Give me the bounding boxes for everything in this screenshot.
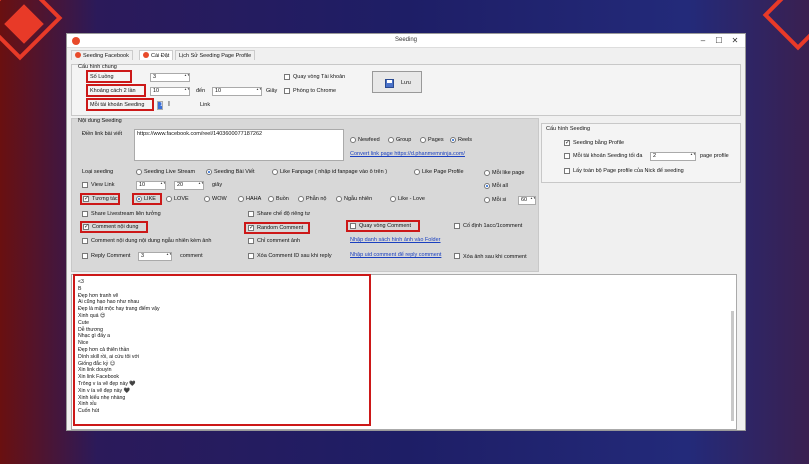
reply-count-input[interactable]: 3 [138, 252, 172, 261]
tab-seeding-facebook[interactable]: Seeding Facebook [71, 50, 133, 60]
take-all-pages-checkbox[interactable] [564, 168, 570, 174]
tab-history[interactable]: Lịch Sử Seeding Page Profile [175, 50, 256, 60]
share-private-checkbox[interactable] [248, 211, 254, 217]
title-bar: Seeding – ☐ ✕ [67, 34, 745, 48]
interval-from-input[interactable]: 10 [150, 87, 190, 96]
save-icon [385, 79, 394, 88]
per-account-max-checkbox[interactable] [564, 153, 570, 159]
gear-icon [143, 52, 149, 58]
each-si-input[interactable]: 60 [518, 196, 536, 205]
seeding-content-group: Nội dung Seeding Điền link bài viết http… [71, 118, 539, 272]
share-live-checkbox[interactable] [82, 211, 88, 217]
close-icon[interactable]: ✕ [729, 36, 741, 46]
text-cursor-icon: I [168, 101, 170, 108]
image-only-checkbox[interactable] [248, 238, 254, 244]
radio-reels[interactable] [450, 137, 456, 143]
interaction-checkbox[interactable] [83, 195, 89, 202]
post-link-label: Điền link bài viết [82, 131, 123, 137]
random-image-comment-checkbox[interactable] [82, 238, 88, 244]
tab-settings[interactable]: Cài Đặt [139, 50, 174, 60]
max-page-input[interactable]: 2 [650, 152, 696, 161]
rotate-comment-checkbox[interactable] [350, 223, 356, 229]
interval-to-input[interactable]: 10 [212, 87, 262, 96]
view-link-label: View Link [91, 182, 115, 188]
to-label: đến [196, 88, 206, 94]
highlight-box [73, 274, 371, 426]
tab-bar: Seeding Facebook Cài Đặt Lịch Sử Seeding… [67, 49, 745, 60]
seconds-label: Giây [266, 88, 278, 94]
app-window: Seeding – ☐ ✕ Seeding Facebook Cài Đặt L… [66, 33, 746, 431]
maximize-chrome-label: Phòng to Chrome [293, 88, 337, 94]
radio-like-fanpage[interactable] [272, 169, 278, 175]
facebook-icon [75, 52, 81, 58]
uid-comment-link[interactable]: Nhập uid comment để reply comment [350, 252, 441, 258]
interaction-label: Tương tác [92, 196, 118, 202]
convert-link[interactable]: Convert link page https://d.phanmemninja… [350, 151, 465, 157]
radio-each-all[interactable] [484, 183, 490, 189]
window-title: Seeding [394, 37, 418, 43]
post-link-input[interactable]: https://www.facebook.com/reel/1403600077… [134, 129, 344, 161]
comment-content-checkbox[interactable] [83, 223, 89, 230]
group-title: Nội dung Seeding [78, 118, 122, 124]
highlight-box [86, 84, 146, 97]
maximize-icon[interactable]: ☐ [713, 36, 725, 46]
save-button[interactable]: Lưu [372, 71, 422, 93]
scrollbar[interactable] [731, 311, 734, 421]
delete-image-checkbox[interactable] [454, 253, 460, 259]
radio-like-love[interactable] [390, 196, 396, 202]
minimize-icon[interactable]: – [697, 36, 709, 46]
radio-angry[interactable] [298, 196, 304, 202]
link-label: Link [200, 102, 211, 108]
seeding-profile-checkbox[interactable] [564, 139, 570, 146]
threads-input[interactable]: 3 [150, 73, 190, 82]
highlight-box [86, 98, 154, 111]
radio-each-like-page[interactable] [484, 170, 490, 176]
radio-random[interactable] [336, 196, 342, 202]
seeding-type-label: Loại seeding [82, 169, 114, 175]
radio-newfeed[interactable] [350, 137, 356, 143]
radio-live-stream[interactable] [136, 169, 142, 175]
radio-sad[interactable] [268, 196, 274, 202]
random-comment-checkbox[interactable] [248, 224, 254, 231]
highlight-box [86, 70, 132, 83]
group-title: Cấu hình Seeding [546, 126, 591, 132]
view-unit-label: giây [212, 182, 223, 188]
view-from-input[interactable]: 10 [136, 181, 166, 190]
per-account-input[interactable]: 1 [157, 101, 163, 110]
seeding-config-group: Cấu hình Seeding Seeding bằng Profile Mỗ… [541, 123, 741, 183]
radio-group[interactable] [388, 137, 394, 143]
fixed-comment-checkbox[interactable] [454, 223, 460, 229]
radio-pages[interactable] [420, 137, 426, 143]
image-folder-link[interactable]: Nhập danh sách hình ảnh vào Folder [350, 237, 441, 243]
radio-haha[interactable] [238, 196, 244, 202]
view-to-input[interactable]: 20 [174, 181, 204, 190]
radio-each-si[interactable] [484, 197, 490, 203]
radio-love[interactable] [166, 196, 172, 202]
radio-wow[interactable] [204, 196, 210, 202]
save-label: Lưu [401, 80, 411, 86]
view-link-checkbox[interactable] [82, 182, 88, 188]
reply-comment-checkbox[interactable] [82, 253, 88, 259]
radio-like-page-profile[interactable] [414, 169, 420, 175]
rotate-accounts-label: Quay vòng Tài khoản [293, 74, 346, 80]
radio-post[interactable] [206, 169, 212, 175]
rotate-accounts-checkbox[interactable] [284, 74, 290, 80]
general-config-group: Cấu hình chung Số Luồng 3 Khoảng cách 2 … [71, 64, 741, 116]
maximize-chrome-checkbox[interactable] [284, 88, 290, 94]
delete-comment-id-checkbox[interactable] [248, 253, 254, 259]
radio-like[interactable] [136, 196, 142, 202]
